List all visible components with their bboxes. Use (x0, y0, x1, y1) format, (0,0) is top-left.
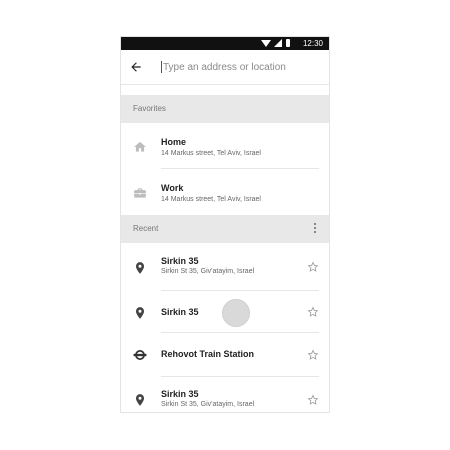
favorites-header: Favorites (121, 95, 329, 123)
location-pin-icon (135, 394, 145, 406)
recent-header: Recent (121, 215, 329, 243)
recent-item-subtitle: Sirkin St 35, Giv'atayim, Israel (161, 401, 255, 408)
phone-screen: 12:30 Favorites Home 14 Markus street, T… (121, 37, 329, 412)
location-pin-icon (135, 262, 145, 274)
recent-item[interactable]: Rehovot Train Station (121, 333, 329, 377)
recent-item-title: Sirkin 35 (161, 307, 199, 317)
recent-item-title: Sirkin 35 (161, 256, 199, 266)
recent-item-subtitle: Sirkin St 35, Giv'atayim, Israel (161, 268, 255, 275)
recent-header-label: Recent (133, 224, 159, 233)
favorite-item-subtitle: 14 Markus street, Tel Aviv, Israel (161, 150, 261, 157)
battery-icon (286, 39, 290, 47)
favorite-item-title: Work (161, 183, 184, 193)
back-arrow-icon[interactable] (129, 60, 143, 74)
status-icons (261, 39, 297, 48)
recent-item-title: Rehovot Train Station (161, 349, 255, 359)
favorite-item-home[interactable]: Home 14 Markus street, Tel Aviv, Israel (121, 123, 329, 169)
location-pin-icon (135, 307, 145, 319)
recent-item[interactable]: Sirkin 35 Sirkin St 35, Giv'atayim, Isra… (121, 377, 329, 412)
favorites-header-label: Favorites (133, 104, 166, 113)
star-icon[interactable] (307, 349, 319, 361)
recent-item[interactable]: Sirkin 35 Sirkin St 35, Giv'atayim, Isra… (121, 243, 329, 291)
briefcase-icon (134, 188, 146, 198)
favorite-item-work[interactable]: Work 14 Markus street, Tel Aviv, Israel (121, 169, 329, 215)
status-bar: 12:30 (121, 37, 329, 50)
touch-indicator (222, 299, 250, 327)
search-bar (121, 50, 329, 85)
more-vert-icon[interactable] (313, 223, 317, 235)
star-icon[interactable] (307, 394, 319, 406)
favorite-item-subtitle: 14 Markus street, Tel Aviv, Israel (161, 196, 261, 203)
wifi-icon (261, 40, 271, 47)
favorite-item-title: Home (161, 137, 187, 147)
train-station-icon (133, 350, 147, 360)
text-cursor (161, 61, 162, 73)
star-icon[interactable] (307, 261, 319, 273)
status-time: 12:30 (302, 39, 323, 48)
recent-item-title: Sirkin 35 (161, 389, 199, 399)
search-input[interactable] (163, 58, 321, 76)
star-icon[interactable] (307, 306, 319, 318)
home-icon (134, 141, 146, 152)
signal-icon (274, 39, 282, 47)
